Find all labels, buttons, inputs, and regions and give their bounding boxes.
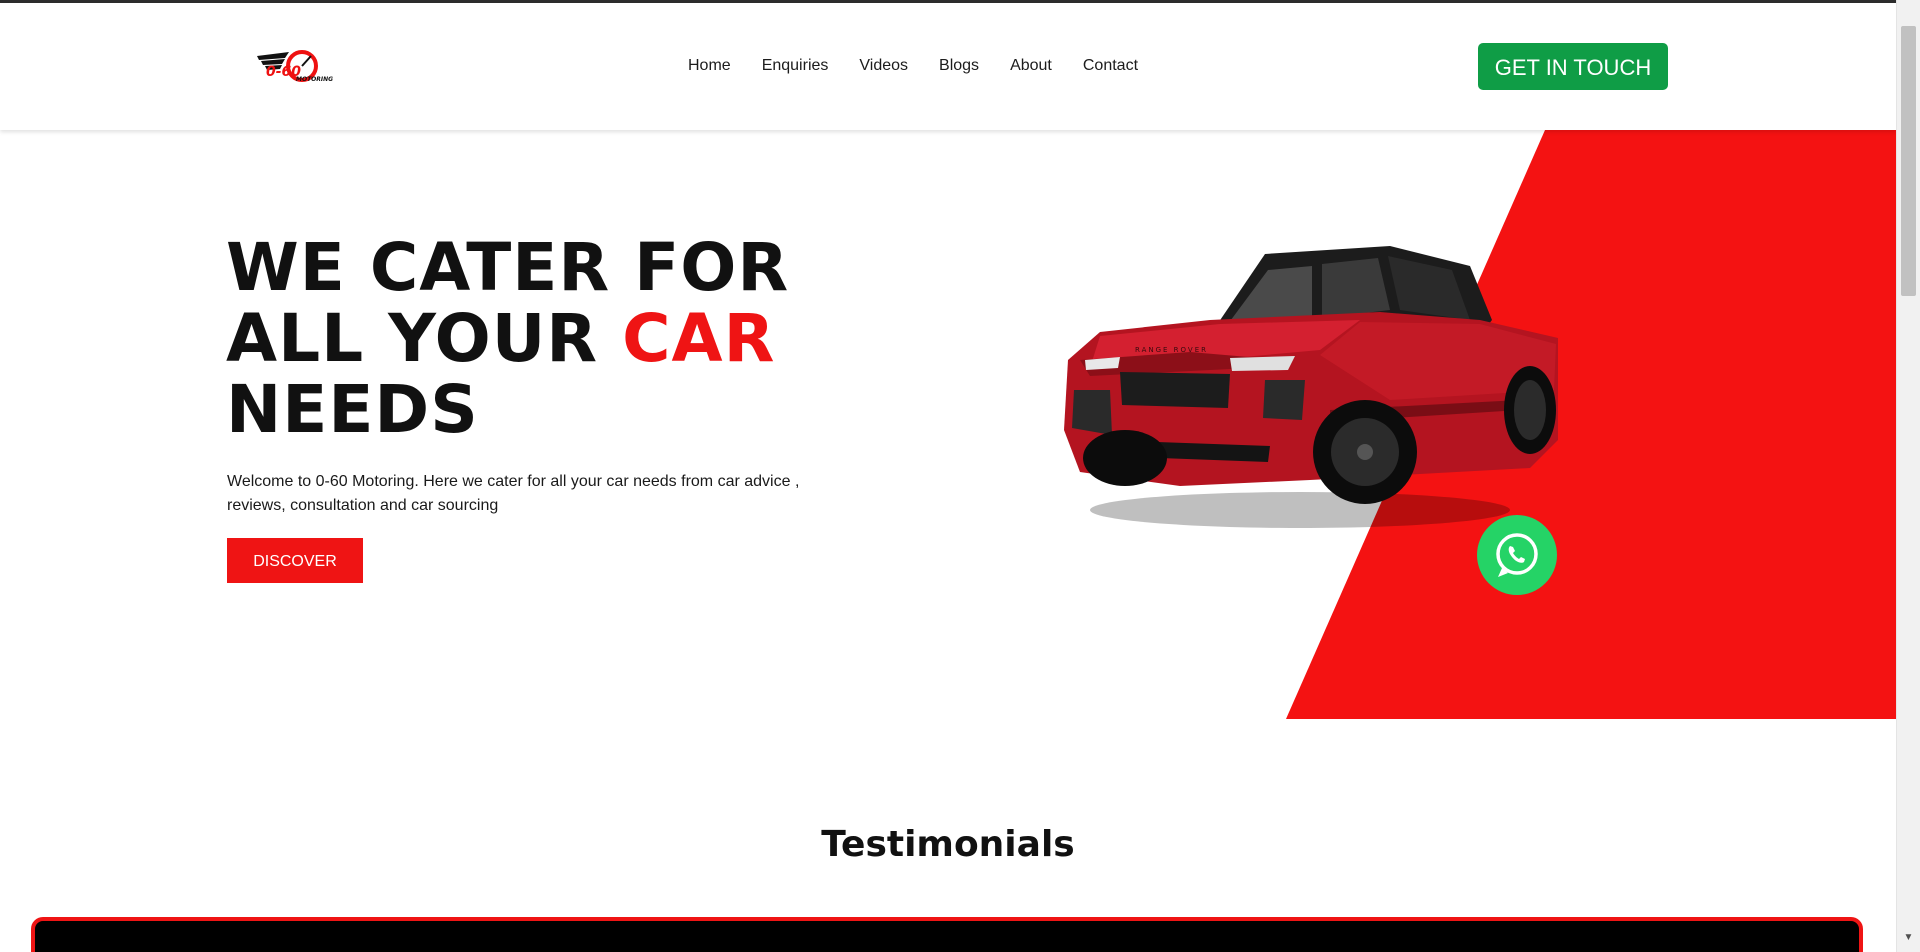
hero-title-accent: CAR [622,300,776,377]
logo-subtext: MOTORING [296,76,333,83]
discover-now-button[interactable]: DISCOVER NOW [227,538,363,615]
chevron-down-icon[interactable]: ▼ [1897,928,1920,948]
main-nav: Home Enquiries Videos Blogs About Contac… [688,56,1169,76]
hero-title-line2: ALL YOUR [226,300,623,377]
left-front-wheel [1083,430,1167,486]
get-in-touch-button[interactable]: GET IN TOUCH [1478,43,1668,90]
scroll-thumb[interactable] [1901,26,1916,296]
front-wheel [1313,400,1417,504]
site-logo[interactable]: 0-60 MOTORING [255,48,335,88]
site-header: 0-60 MOTORING Home Enquiries Videos Blog… [0,3,1896,130]
car-image: RANGE ROVER [1064,246,1558,528]
rear-wheel [1504,366,1556,454]
nav-videos[interactable]: Videos [859,56,908,76]
page: 0-60 MOTORING Home Enquiries Videos Blog… [0,0,1896,952]
nav-about[interactable]: About [1010,56,1052,76]
nav-home[interactable]: Home [688,56,731,76]
nav-blogs[interactable]: Blogs [939,56,979,76]
testimonials-title: Testimonials [821,824,1075,865]
nav-enquiries[interactable]: Enquiries [762,56,829,76]
hero-title-line1: WE CATER FOR [226,229,790,306]
hero-title-line3: NEEDS [226,371,479,448]
whatsapp-icon [1496,533,1538,577]
nav-contact[interactable]: Contact [1083,56,1138,76]
whatsapp-button[interactable] [1477,515,1557,595]
hero-description: Welcome to 0-60 Motoring. Here we cater … [227,473,800,514]
testimonials-carousel [31,917,1863,952]
car-badge-text: RANGE ROVER [1135,346,1208,354]
page-scrollbar[interactable]: ▲ ▼ [1896,0,1920,952]
hero-title: WE CATER FOR ALL YOUR CAR NEEDS [226,232,789,445]
